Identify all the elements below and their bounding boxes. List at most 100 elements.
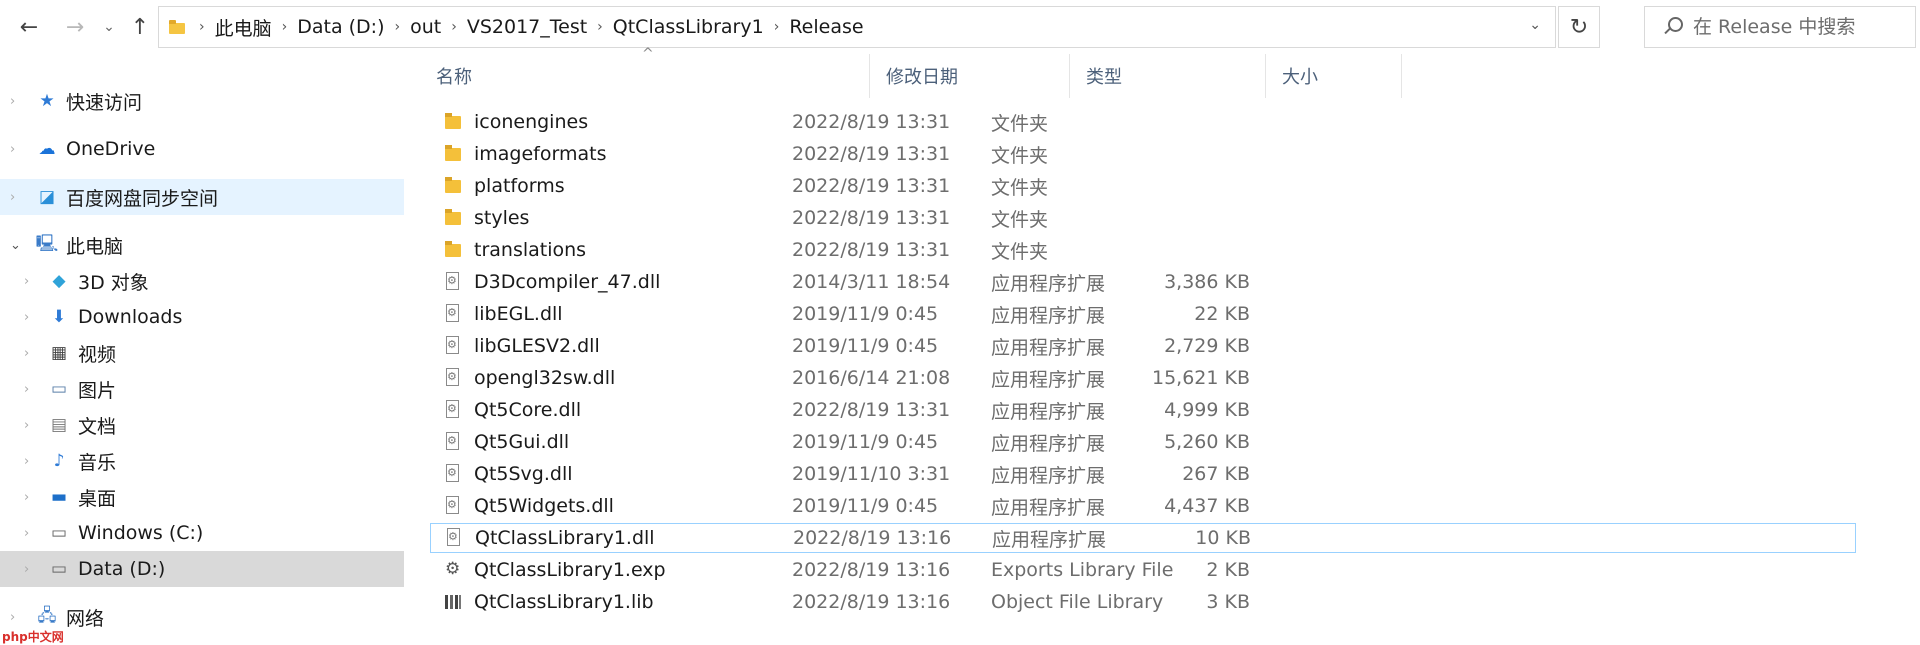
file-row[interactable]: Qt5Core.dll 2022/8/19 13:31 应用程序扩展 4,999…	[430, 395, 1856, 425]
drive-icon: ▭	[50, 523, 68, 543]
nav-item-3d-objects[interactable]: › ◆ 3D 对象	[0, 263, 404, 299]
file-type: 文件夹	[991, 240, 1049, 263]
nav-item-onedrive[interactable]: › ☁ OneDrive	[0, 131, 404, 167]
column-header-type[interactable]: 类型	[1070, 54, 1266, 98]
file-row[interactable]: translations 2022/8/19 13:31 文件夹	[430, 235, 1856, 265]
nav-item-quick-access[interactable]: › ★ 快速访问	[0, 83, 404, 119]
file-row[interactable]: imageformats 2022/8/19 13:31 文件夹	[430, 139, 1856, 169]
file-name: Qt5Gui.dll	[474, 431, 570, 453]
dll-file-icon	[444, 464, 462, 484]
file-row[interactable]: libGLESV2.dll 2019/11/9 0:45 应用程序扩展 2,72…	[430, 331, 1856, 361]
file-row-focused[interactable]: QtClassLibrary1.dll 2022/8/19 13:16 应用程序…	[430, 523, 1856, 553]
search-box[interactable]	[1644, 6, 1916, 48]
nav-item-this-pc[interactable]: ⌄ 🖳 此电脑	[0, 227, 404, 263]
column-header-date[interactable]: 修改日期	[870, 54, 1070, 98]
chevron-down-icon[interactable]: ⌄	[10, 238, 21, 253]
nav-item-label: 网络	[66, 607, 105, 630]
breadcrumb-item-data-d[interactable]: Data (D:)	[289, 16, 392, 38]
file-size: 22 KB	[1194, 303, 1250, 325]
chevron-right-icon[interactable]: ›	[10, 94, 15, 109]
recent-locations-chevron-icon[interactable]: ⌄	[100, 10, 118, 44]
file-row[interactable]: Qt5Gui.dll 2019/11/9 0:45 应用程序扩展 5,260 K…	[430, 427, 1856, 457]
chevron-right-icon[interactable]: ›	[24, 490, 29, 505]
nav-item-label: Data (D:)	[78, 558, 166, 580]
file-row[interactable]: Qt5Widgets.dll 2019/11/9 0:45 应用程序扩展 4,4…	[430, 491, 1856, 521]
file-row[interactable]: libEGL.dll 2019/11/9 0:45 应用程序扩展 22 KB	[430, 299, 1856, 329]
nav-item-desktop[interactable]: › ▬ 桌面	[0, 479, 404, 515]
cube-icon: ◆	[52, 271, 66, 291]
chevron-right-icon[interactable]: ›	[10, 610, 15, 625]
file-name: imageformats	[474, 143, 607, 165]
chevron-right-icon[interactable]: ›	[24, 418, 29, 433]
chevron-right-icon[interactable]: ›	[24, 526, 29, 541]
breadcrumb-separator-icon[interactable]: ›	[393, 19, 403, 35]
sort-ascending-icon: ^	[642, 46, 654, 62]
chevron-right-icon[interactable]: ›	[24, 382, 29, 397]
nav-item-label: 文档	[78, 415, 117, 438]
file-size: 15,621 KB	[1151, 367, 1250, 389]
file-size: 3,386 KB	[1164, 271, 1250, 293]
breadcrumb-item-release[interactable]: Release	[781, 16, 871, 38]
nav-item-music[interactable]: › ♪ 音乐	[0, 443, 404, 479]
breadcrumb-separator-icon[interactable]: ›	[772, 19, 782, 35]
file-type: 文件夹	[991, 144, 1049, 167]
dll-file-icon	[444, 304, 462, 324]
nav-item-drive-d[interactable]: › ▭ Data (D:)	[0, 551, 404, 587]
file-date: 2014/3/11 18:54	[792, 271, 951, 293]
breadcrumb-separator-icon[interactable]: ›	[595, 19, 605, 35]
address-bar[interactable]: › 此电脑 › Data (D:) › out › VS2017_Test › …	[158, 6, 1556, 48]
file-row[interactable]: iconengines 2022/8/19 13:31 文件夹	[430, 107, 1856, 137]
back-arrow-icon[interactable]: ←	[14, 10, 44, 44]
chevron-right-icon[interactable]: ›	[24, 346, 29, 361]
film-icon: ▦	[50, 343, 68, 363]
address-toolbar: ← → ⌄ ↑ › 此电脑 › Data (D:) › out › VS2017…	[0, 0, 1920, 54]
refresh-button[interactable]: ↻	[1558, 6, 1600, 48]
breadcrumb-item-vs2017-test[interactable]: VS2017_Test	[459, 16, 595, 38]
forward-arrow-icon[interactable]: →	[60, 10, 90, 44]
nav-item-documents[interactable]: › ▤ 文档	[0, 407, 404, 443]
file-row[interactable]: platforms 2022/8/19 13:31 文件夹	[430, 171, 1856, 201]
nav-item-videos[interactable]: › ▦ 视频	[0, 335, 404, 371]
drive-icon: ▭	[50, 559, 68, 579]
file-row[interactable]: D3Dcompiler_47.dll 2014/3/11 18:54 应用程序扩…	[430, 267, 1856, 297]
file-type: 应用程序扩展	[991, 496, 1106, 519]
file-row[interactable]: QtClassLibrary1.lib 2022/8/19 13:16 Obje…	[430, 587, 1856, 617]
file-date: 2022/8/19 13:31	[792, 111, 951, 133]
nav-item-pictures[interactable]: › ▭ 图片	[0, 371, 404, 407]
nav-item-label: Downloads	[78, 306, 183, 328]
chevron-right-icon[interactable]: ›	[24, 274, 29, 289]
nav-item-drive-c[interactable]: › ▭ Windows (C:)	[0, 515, 404, 551]
file-row[interactable]: Qt5Svg.dll 2019/11/10 3:31 应用程序扩展 267 KB	[430, 459, 1856, 489]
nav-item-label: OneDrive	[66, 138, 156, 160]
breadcrumb-item-qtclasslibrary1[interactable]: QtClassLibrary1	[605, 16, 772, 38]
breadcrumb-separator-icon[interactable]: ›	[449, 19, 459, 35]
breadcrumb-separator-icon[interactable]: ›	[280, 19, 290, 35]
file-date: 2022/8/19 13:31	[792, 143, 951, 165]
file-name: opengl32sw.dll	[474, 367, 616, 389]
chevron-right-icon[interactable]: ›	[24, 454, 29, 469]
chevron-right-icon[interactable]: ›	[24, 562, 29, 577]
up-arrow-icon[interactable]: ↑	[126, 10, 154, 44]
file-row[interactable]: QtClassLibrary1.exp 2022/8/19 13:16 Expo…	[430, 555, 1856, 585]
breadcrumb-separator-icon[interactable]: ›	[197, 19, 207, 35]
address-history-chevron-icon[interactable]: ⌄	[1529, 17, 1541, 33]
column-header-name[interactable]: 名称 ^	[406, 46, 870, 98]
file-type: 应用程序扩展	[991, 304, 1106, 327]
chevron-right-icon[interactable]: ›	[10, 142, 15, 157]
nav-item-downloads[interactable]: › ⬇ Downloads	[0, 299, 404, 335]
chevron-right-icon[interactable]: ›	[10, 190, 15, 205]
file-size: 5,260 KB	[1164, 431, 1250, 453]
watermark: php中文网	[2, 630, 64, 644]
file-date: 2022/8/19 13:16	[792, 559, 951, 581]
nav-item-baidu-sync[interactable]: › ◪ 百度网盘同步空间	[0, 179, 404, 215]
column-header-size[interactable]: 大小	[1266, 54, 1402, 98]
nav-item-label: 百度网盘同步空间	[66, 187, 219, 210]
search-input[interactable]	[1691, 15, 1915, 39]
chevron-right-icon[interactable]: ›	[24, 310, 29, 325]
breadcrumb-item-out[interactable]: out	[402, 16, 449, 38]
file-type: 文件夹	[991, 208, 1049, 231]
file-row[interactable]: opengl32sw.dll 2016/6/14 21:08 应用程序扩展 15…	[430, 363, 1856, 393]
navigation-pane: › ★ 快速访问 › ☁ OneDrive › ◪ 百度网盘同步空间 ⌄ 🖳 此…	[0, 54, 406, 644]
file-row[interactable]: styles 2022/8/19 13:31 文件夹	[430, 203, 1856, 233]
breadcrumb-item-this-pc[interactable]: 此电脑	[207, 14, 280, 41]
